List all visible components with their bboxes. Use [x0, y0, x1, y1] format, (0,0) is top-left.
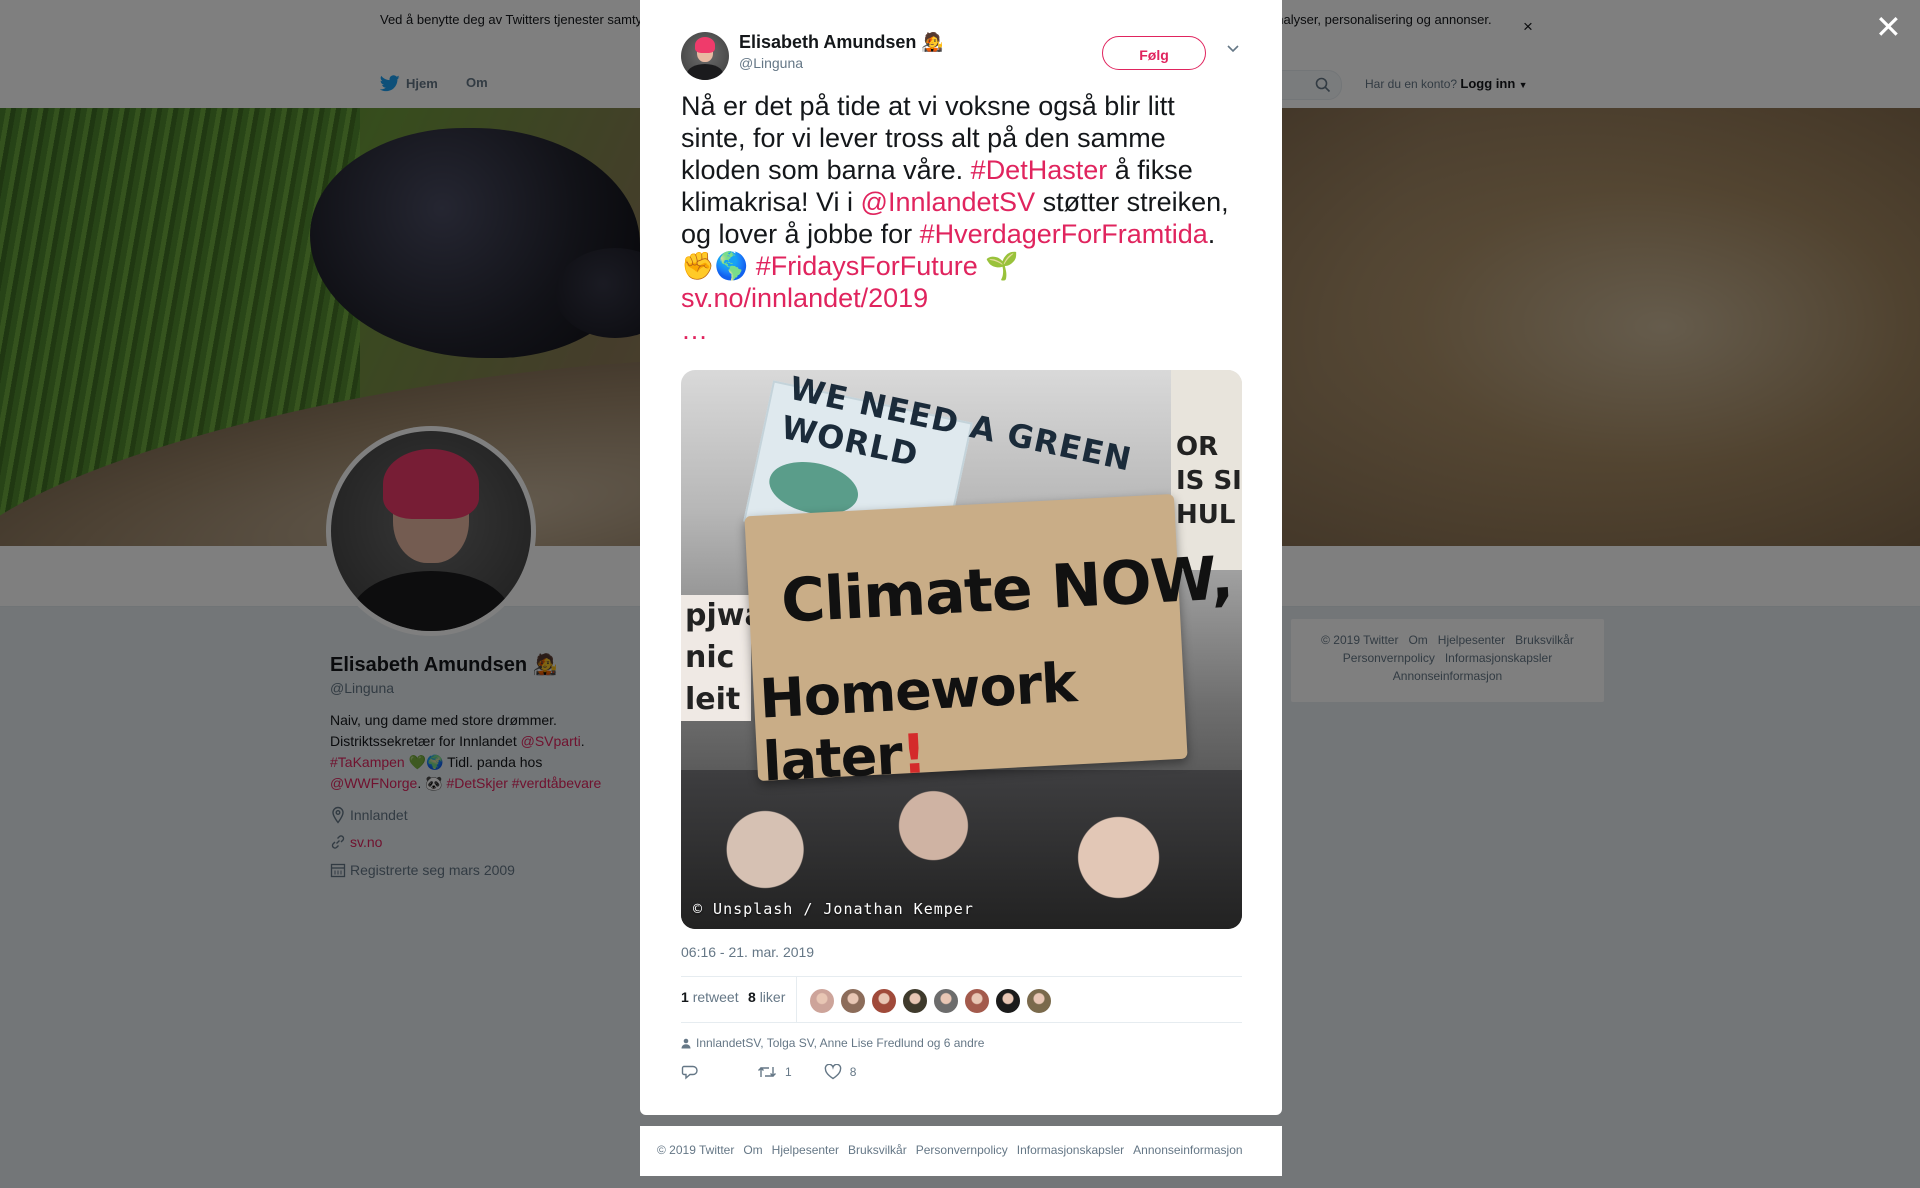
retweet-label: retweet	[692, 989, 739, 1005]
tweet-author-avatar[interactable]	[681, 32, 729, 80]
liker-avatar[interactable]	[964, 988, 990, 1014]
liker-avatar[interactable]	[933, 988, 959, 1014]
chevron-down-icon[interactable]	[1226, 44, 1240, 54]
retweet-count: 1	[681, 989, 689, 1005]
tweet-url-ellipsis[interactable]: …	[681, 315, 708, 345]
modal-footer-copyright: © 2019 Twitter	[657, 1143, 735, 1157]
reply-icon	[681, 1065, 698, 1080]
retweet-action-count: 1	[785, 1065, 792, 1079]
retweet-button[interactable]: 1	[757, 1065, 792, 1079]
tweet-author-handle[interactable]: @Linguna	[739, 55, 803, 71]
modal-footer-cookies[interactable]: Informasjonskapsler	[1017, 1143, 1124, 1157]
likes-label: liker	[759, 989, 786, 1005]
hashtag-dethaster[interactable]: #DetHaster	[971, 155, 1108, 185]
avatar-shirt	[687, 64, 723, 80]
tweet-media-image[interactable]: OR IS SI HUL WE NEED A GREEN WORLD pjwaw…	[681, 370, 1242, 929]
modal-footer-ads[interactable]: Annonseinformasjon	[1133, 1143, 1242, 1157]
liker-avatar[interactable]	[1026, 988, 1052, 1014]
liker-avatars	[809, 988, 1052, 1014]
media-sign-main-bang: !	[900, 722, 928, 787]
tweet-text-part: 🌱	[977, 251, 1019, 281]
retweet-stat[interactable]: 1 retweet	[681, 989, 739, 1005]
retweet-icon	[758, 1067, 776, 1077]
follow-button[interactable]: Følg	[1102, 36, 1206, 70]
stats-vertical-divider	[796, 977, 797, 1022]
likes-count: 8	[748, 989, 756, 1005]
like-button[interactable]: 8	[824, 1064, 857, 1080]
replying-to: InnlandetSV, Tolga SV, Anne Lise Fredlun…	[681, 1036, 984, 1050]
person-icon	[681, 1038, 691, 1048]
mention-innlandetsv[interactable]: @InnlandetSV	[861, 187, 1036, 217]
stats-divider-bottom	[681, 1022, 1242, 1023]
liker-avatar[interactable]	[840, 988, 866, 1014]
hashtag-hverdagerforframtida[interactable]: #HverdagerForFramtida	[920, 219, 1208, 249]
stats-divider-top	[681, 976, 1242, 977]
modal-footer: © 2019 Twitter Om Hjelpesenter Bruksvilkår P…	[640, 1126, 1282, 1176]
media-sign-main-line2: Homework later!	[758, 642, 1242, 793]
modal-footer-about[interactable]: Om	[743, 1143, 762, 1157]
tweet-text: Nå er det på tide at vi voksne også blir…	[681, 90, 1241, 346]
hashtag-fridaysforfuture[interactable]: #FridaysForFuture	[756, 251, 978, 281]
modal-footer-privacy[interactable]: Personvernpolicy	[916, 1143, 1008, 1157]
like-action-count: 8	[849, 1065, 857, 1079]
likes-stat[interactable]: 8 liker	[748, 989, 785, 1005]
tweet-actions: 1 8	[681, 1064, 888, 1080]
modal-footer-help[interactable]: Hjelpesenter	[772, 1143, 839, 1157]
liker-avatar[interactable]	[809, 988, 835, 1014]
reply-button[interactable]	[681, 1064, 699, 1080]
avatar-hair	[695, 37, 715, 53]
liker-avatar[interactable]	[871, 988, 897, 1014]
heart-icon	[824, 1064, 841, 1080]
media-credit: © Unsplash / Jonathan Kemper	[693, 900, 974, 918]
liker-avatar[interactable]	[995, 988, 1021, 1014]
liker-avatar[interactable]	[902, 988, 928, 1014]
modal-footer-terms[interactable]: Bruksvilkår	[848, 1143, 907, 1157]
tweet-timestamp[interactable]: 06:16 - 21. mar. 2019	[681, 944, 814, 960]
replying-text[interactable]: InnlandetSV, Tolga SV, Anne Lise Fredlun…	[696, 1036, 984, 1050]
tweet-modal: Elisabeth Amundsen 🧑‍🎤 @Linguna Følg Nå …	[640, 0, 1282, 1115]
close-icon[interactable]: ✕	[1875, 8, 1902, 46]
tweet-author-name[interactable]: Elisabeth Amundsen 🧑‍🎤	[739, 32, 944, 53]
media-sign-left-text: pjwaw nic leit	[681, 595, 792, 721]
tweet-url-link[interactable]: sv.no/innlandet/2019	[681, 283, 928, 313]
